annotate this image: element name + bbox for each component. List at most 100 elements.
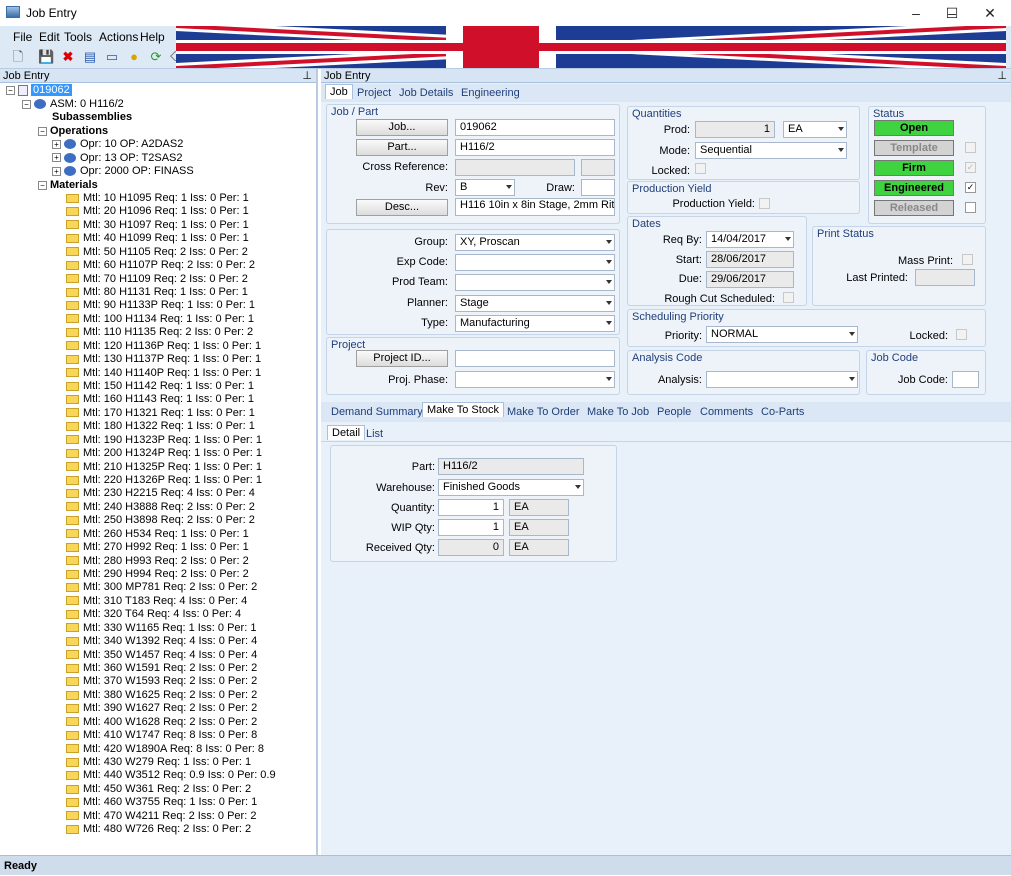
tree-material-item[interactable]: Mtl: 130 H1137P Req: 1 Iss: 0 Per: 1 <box>66 353 261 366</box>
desc-button[interactable]: Desc... <box>356 199 448 216</box>
refresh-icon[interactable]: ⟳ <box>148 49 164 65</box>
tree-material-item[interactable]: Mtl: 40 H1099 Req: 1 Iss: 0 Per: 1 <box>66 232 249 245</box>
tab-make-to-job[interactable]: Make To Job <box>587 406 649 418</box>
tree-material-item[interactable]: Mtl: 350 W1457 Req: 4 Iss: 0 Per: 4 <box>66 649 257 662</box>
print-icon[interactable]: ▤ <box>82 49 98 65</box>
tab-comments[interactable]: Comments <box>700 406 753 418</box>
tree-root[interactable]: − 019062 <box>6 84 72 97</box>
prod-quantity-field[interactable]: 1 <box>695 121 775 138</box>
window-icon[interactable]: ▭ <box>104 49 120 65</box>
prod-uom-combo[interactable]: EA <box>783 121 847 138</box>
collapse-icon[interactable]: − <box>22 99 31 109</box>
tree-material-item[interactable]: Mtl: 300 MP781 Req: 2 Iss: 0 Per: 2 <box>66 581 257 594</box>
tree-material-item[interactable]: Mtl: 460 W3755 Req: 1 Iss: 0 Per: 1 <box>66 796 257 809</box>
type-combo[interactable]: Manufacturing <box>455 315 615 332</box>
tree-subassemblies[interactable]: Subassemblies <box>52 111 132 124</box>
tree-material-item[interactable]: Mtl: 60 H1107P Req: 2 Iss: 0 Per: 2 <box>66 259 255 272</box>
pin-icon[interactable]: ⊥ <box>997 69 1007 83</box>
tree-material-item[interactable]: Mtl: 180 H1322 Req: 1 Iss: 0 Per: 1 <box>66 420 255 433</box>
expand-icon[interactable]: + <box>52 153 61 163</box>
tree-material-item[interactable]: Mtl: 440 W3512 Req: 0.9 Iss: 0 Per: 0.9 <box>66 769 276 782</box>
tree-material-item[interactable]: Mtl: 330 W1165 Req: 1 Iss: 0 Per: 1 <box>66 622 256 635</box>
rev-combo[interactable]: B <box>455 179 515 196</box>
start-date-field[interactable]: 28/06/2017 <box>706 251 794 268</box>
tree-material-item[interactable]: Mtl: 170 H1321 Req: 1 Iss: 0 Per: 1 <box>66 407 255 420</box>
tree-material-item[interactable]: Mtl: 360 W1591 Req: 2 Iss: 0 Per: 2 <box>66 662 257 675</box>
tree-material-item[interactable]: Mtl: 140 H1140P Req: 1 Iss: 0 Per: 1 <box>66 367 261 380</box>
part-button[interactable]: Part... <box>356 139 448 156</box>
priority-combo[interactable]: NORMAL <box>706 326 858 343</box>
project-id-button[interactable]: Project ID... <box>356 350 448 367</box>
production-yield-checkbox[interactable] <box>759 198 770 209</box>
tree-operations[interactable]: − Operations <box>38 125 108 138</box>
tree-material-item[interactable]: Mtl: 90 H1133P Req: 1 Iss: 0 Per: 1 <box>66 299 255 312</box>
cross-reference-field[interactable] <box>455 159 575 176</box>
job-code-field[interactable] <box>952 371 979 388</box>
tree-material-item[interactable]: Mtl: 480 W726 Req: 2 Iss: 0 Per: 2 <box>66 823 251 836</box>
tree-material-item[interactable]: Mtl: 370 W1593 Req: 2 Iss: 0 Per: 2 <box>66 675 257 688</box>
tab-list[interactable]: List <box>366 428 383 440</box>
exp-code-combo[interactable] <box>455 254 615 271</box>
tab-job-details[interactable]: Job Details <box>399 87 453 99</box>
description-field[interactable]: H116 10in x 8in Stage, 2mm Rit <box>455 198 615 216</box>
wip-qty-field[interactable]: 1 <box>438 519 504 536</box>
req-by-date-field[interactable]: 14/04/2017 <box>706 231 794 248</box>
tree-material-item[interactable]: Mtl: 390 W1627 Req: 2 Iss: 0 Per: 2 <box>66 702 257 715</box>
firm-checkbox[interactable]: ✓ <box>965 162 976 173</box>
save-icon[interactable]: 💾 <box>38 49 54 65</box>
part-number-field[interactable]: H116/2 <box>455 139 615 156</box>
tree-material-item[interactable]: Mtl: 430 W279 Req: 1 Iss: 0 Per: 1 <box>66 756 251 769</box>
group-combo[interactable]: XY, Proscan <box>455 234 615 251</box>
template-status-button[interactable]: Template <box>874 140 954 156</box>
maximize-button[interactable]: ☐ <box>934 0 970 26</box>
tree-material-item[interactable]: Mtl: 410 W1747 Req: 8 Iss: 0 Per: 8 <box>66 729 257 742</box>
menu-actions[interactable]: Actions <box>99 30 138 44</box>
tree-material-item[interactable]: Mtl: 320 T64 Req: 4 Iss: 0 Per: 4 <box>66 608 241 621</box>
tree-material-item[interactable]: Mtl: 80 H1131 Req: 1 Iss: 0 Per: 1 <box>66 286 248 299</box>
analysis-combo[interactable] <box>706 371 858 388</box>
warehouse-combo[interactable]: Finished Goods <box>438 479 584 496</box>
tab-project[interactable]: Project <box>357 87 391 99</box>
engineered-status-button[interactable]: Engineered <box>874 180 954 196</box>
tree-material-item[interactable]: Mtl: 160 H1143 Req: 1 Iss: 0 Per: 1 <box>66 393 254 406</box>
tree-material-item[interactable]: Mtl: 150 H1142 Req: 1 Iss: 0 Per: 1 <box>66 380 254 393</box>
tab-engineering[interactable]: Engineering <box>461 87 520 99</box>
tab-people[interactable]: People <box>657 406 691 418</box>
expand-icon[interactable]: + <box>52 166 61 176</box>
quantity-uom-field[interactable]: EA <box>509 499 569 516</box>
new-icon[interactable]: 🗋 <box>10 49 26 65</box>
tree-operation-item[interactable]: + Opr: 10 OP: A2DAS2 <box>52 138 183 151</box>
proj-phase-combo[interactable] <box>455 371 615 388</box>
released-status-button[interactable]: Released <box>874 200 954 216</box>
attachment-icon[interactable]: ● <box>126 49 142 65</box>
tree-material-item[interactable]: Mtl: 470 W4211 Req: 2 Iss: 0 Per: 2 <box>66 810 256 823</box>
tree-material-item[interactable]: Mtl: 310 T183 Req: 4 Iss: 0 Per: 4 <box>66 595 247 608</box>
mode-combo[interactable]: Sequential <box>695 142 847 159</box>
tree-material-item[interactable]: Mtl: 270 H992 Req: 1 Iss: 0 Per: 1 <box>66 541 249 554</box>
planner-combo[interactable]: Stage <box>455 295 615 312</box>
open-status-button[interactable]: Open <box>874 120 954 136</box>
tree-material-item[interactable]: Mtl: 110 H1135 Req: 2 Iss: 0 Per: 2 <box>66 326 253 339</box>
project-id-field[interactable] <box>455 350 615 367</box>
cross-reference-aux-field[interactable] <box>581 159 615 176</box>
prod-team-combo[interactable] <box>455 274 615 291</box>
tree-material-item[interactable]: Mtl: 210 H1325P Req: 1 Iss: 0 Per: 1 <box>66 461 262 474</box>
tree-material-item[interactable]: Mtl: 50 H1105 Req: 2 Iss: 0 Per: 2 <box>66 246 248 259</box>
tree-material-item[interactable]: Mtl: 240 H3888 Req: 2 Iss: 0 Per: 2 <box>66 501 255 514</box>
tab-job[interactable]: Job <box>325 84 353 99</box>
tree-materials[interactable]: − Materials <box>38 179 98 192</box>
tree-material-item[interactable]: Mtl: 400 W1628 Req: 2 Iss: 0 Per: 2 <box>66 716 257 729</box>
tree-material-item[interactable]: Mtl: 190 H1323P Req: 1 Iss: 0 Per: 1 <box>66 434 262 447</box>
priority-locked-checkbox[interactable] <box>956 329 967 340</box>
tree-material-item[interactable]: Mtl: 10 H1095 Req: 1 Iss: 0 Per: 1 <box>66 192 249 205</box>
tree-material-item[interactable]: Mtl: 260 H534 Req: 1 Iss: 0 Per: 1 <box>66 528 249 541</box>
menu-tools[interactable]: Tools <box>64 30 92 44</box>
rough-cut-checkbox[interactable] <box>783 292 794 303</box>
collapse-icon[interactable]: − <box>6 85 15 95</box>
tree-material-item[interactable]: Mtl: 30 H1097 Req: 1 Iss: 0 Per: 1 <box>66 219 249 232</box>
last-printed-field[interactable] <box>915 269 975 286</box>
tree-material-item[interactable]: Mtl: 200 H1324P Req: 1 Iss: 0 Per: 1 <box>66 447 262 460</box>
template-checkbox[interactable] <box>965 142 976 153</box>
tab-detail[interactable]: Detail <box>327 425 366 440</box>
received-qty-field[interactable]: 0 <box>438 539 504 556</box>
